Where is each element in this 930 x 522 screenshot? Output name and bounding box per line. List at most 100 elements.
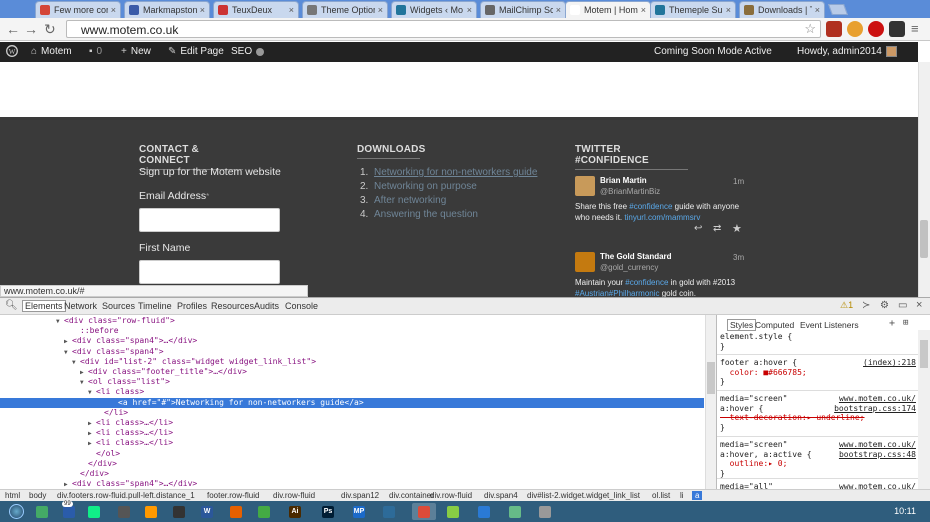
expand-toggle-icon[interactable]: ▼	[56, 317, 64, 327]
taskbar-app-button[interactable]: MP	[347, 503, 371, 520]
browser-tab[interactable]: Few more cor ×	[35, 1, 121, 18]
download-link[interactable]: 2. Networking on purpose	[360, 181, 477, 192]
retweet-icon[interactable]: ⇄	[713, 223, 721, 234]
tweet-avatar-2[interactable]	[575, 252, 595, 272]
favorite-icon[interactable]: ★	[732, 222, 742, 235]
tweet-name-1[interactable]: Brian Martin	[600, 176, 647, 185]
taskbar-app-button[interactable]	[503, 503, 527, 520]
new-tab-button[interactable]	[827, 4, 849, 15]
devtools-tab-elements[interactable]: Elements	[22, 300, 66, 312]
devtools-tab-timeline[interactable]: Timeline	[138, 301, 172, 311]
tweet-handle-1[interactable]: @BrianMartinBiz	[600, 187, 660, 196]
devtools-tab-profiles[interactable]: Profiles	[177, 301, 207, 311]
taskbar-app-button[interactable]	[82, 503, 106, 520]
taskbar-app-button[interactable]	[533, 503, 557, 520]
dom-node[interactable]: ▶ <li class>…</li>	[88, 428, 173, 438]
address-bar[interactable]: www.motem.co.uk ☆	[66, 20, 821, 38]
breadcrumb-item[interactable]: div#list-2.widget.widget_link_list	[527, 491, 640, 500]
style-rule-line[interactable]: }	[720, 342, 725, 352]
admin-site-link[interactable]: ⌂ Motem	[31, 46, 72, 57]
taskbar-app-button[interactable]	[224, 503, 248, 520]
styles-tab-event-listeners[interactable]: Event Listeners	[800, 320, 859, 330]
devtools-tab-console[interactable]: Console	[285, 301, 318, 311]
tweet-avatar-1[interactable]	[575, 176, 595, 196]
style-rule-line[interactable]: text-decoration:▸ underline;	[720, 413, 865, 423]
dom-node[interactable]: ▼ <li class>	[88, 387, 144, 397]
expand-toggle-icon[interactable]: ▼	[72, 358, 80, 368]
rule-source-link[interactable]: www.motem.co.uk/	[839, 394, 916, 404]
bookmark-star-icon[interactable]: ☆	[804, 21, 816, 37]
breadcrumb-item[interactable]: a	[692, 491, 703, 500]
admin-comments-link[interactable]: ▪ 0	[89, 46, 102, 57]
tab-close-icon[interactable]: ×	[638, 5, 646, 15]
dom-node[interactable]: ▼ <div class="span4">	[64, 347, 164, 357]
first-name-field[interactable]	[139, 260, 280, 284]
browser-tab[interactable]: Motem | Hom ×	[565, 1, 651, 18]
dom-node[interactable]: ▼ <div class="row-fluid">	[56, 316, 175, 326]
dom-node[interactable]: <a href="#">Networking for non-networker…	[0, 397, 704, 408]
wordpress-logo-icon[interactable]: W	[6, 45, 18, 57]
taskbar-app-button[interactable]	[472, 503, 496, 520]
expand-toggle-icon[interactable]: ▼	[64, 348, 72, 358]
rule-source-link[interactable]: bootstrap.css:48	[839, 450, 916, 460]
style-rule-line[interactable]: outline:▸ 0;	[720, 459, 788, 469]
tab-close-icon[interactable]: ×	[197, 5, 205, 15]
taskbar-app-button[interactable]	[412, 503, 436, 520]
browser-tab[interactable]: Widgets ‹ Mo ×	[391, 1, 477, 18]
dom-node[interactable]: ▶ <li class>…</li>	[88, 438, 173, 448]
breadcrumb-item[interactable]: div.row-fluid	[273, 491, 315, 500]
admin-account-menu[interactable]: Howdy, admin2014	[797, 46, 897, 57]
breadcrumb-item[interactable]: ol.list	[652, 491, 670, 500]
tab-close-icon[interactable]: ×	[375, 5, 383, 15]
taskbar-app-button[interactable]	[139, 503, 163, 520]
dom-node[interactable]: ::before	[72, 326, 119, 336]
add-style-rule-icon[interactable]: +	[889, 318, 895, 329]
clock[interactable]: 10:11	[894, 506, 916, 516]
admin-seo-link[interactable]: SEO	[231, 46, 265, 57]
extension-face-icon[interactable]	[847, 21, 863, 37]
search-icon[interactable]: 🔍︎	[5, 300, 18, 311]
browser-tab[interactable]: Downloads | T ×	[739, 1, 825, 18]
devtools-tab-network[interactable]: Network	[64, 301, 97, 311]
admin-new-link[interactable]: + New	[121, 46, 151, 57]
start-button[interactable]	[3, 503, 29, 520]
taskbar-app-button[interactable]	[441, 503, 465, 520]
tab-close-icon[interactable]: ×	[553, 5, 561, 15]
dom-node[interactable]: ▼ <ol class="list">	[80, 377, 170, 387]
email-field[interactable]	[139, 208, 280, 232]
dom-node[interactable]: </div>	[80, 459, 117, 469]
breadcrumb-item[interactable]: html	[5, 491, 20, 500]
settings-gear-icon[interactable]: ⚙	[880, 300, 889, 311]
expand-toggle-icon[interactable]: ▼	[80, 378, 88, 388]
admin-edit-page-link[interactable]: ✎ Edit Page	[168, 46, 224, 57]
reply-icon[interactable]: ↩	[694, 223, 702, 234]
taskbar-app-button[interactable]: W	[195, 503, 219, 520]
breadcrumb-item[interactable]: div.span12	[341, 491, 379, 500]
dom-node[interactable]: ▶ <li class>…</li>	[88, 418, 173, 428]
style-rule-line[interactable]: media="screen"	[720, 440, 787, 450]
rule-source-link[interactable]: bootstrap.css:174	[834, 404, 916, 414]
dom-node[interactable]: ▶ <div class="span4">…</div>	[64, 479, 197, 489]
browser-tab[interactable]: MailChimp Sc ×	[480, 1, 566, 18]
styles-tab-computed[interactable]: Computed	[755, 320, 794, 330]
style-rule-line[interactable]: media="screen"	[720, 394, 787, 404]
tab-close-icon[interactable]: ×	[286, 5, 294, 15]
breadcrumb-item[interactable]: div.footers.row-fluid.pull-left.distance…	[57, 491, 195, 500]
breadcrumb-item[interactable]: div.container	[389, 491, 434, 500]
dom-node[interactable]: ▶ <div class="span4">…</div>	[64, 336, 197, 346]
dom-node[interactable]: </li>	[96, 408, 128, 418]
extension-opera-icon[interactable]	[868, 21, 884, 37]
breadcrumb-item[interactable]: div.row-fluid	[430, 491, 472, 500]
download-link[interactable]: 3. After networking	[360, 195, 446, 206]
menu-icon[interactable]: ≡	[911, 21, 919, 37]
rule-source-link[interactable]: www.motem.co.uk/	[839, 482, 916, 489]
tab-close-icon[interactable]: ×	[812, 5, 820, 15]
back-icon[interactable]: ←	[6, 21, 20, 37]
rule-source-link[interactable]: (index):218	[863, 358, 916, 368]
style-rule-line[interactable]: }	[720, 377, 725, 387]
download-link[interactable]: 4. Answering the question	[360, 209, 478, 220]
style-rule-line[interactable]: media="all"	[720, 482, 773, 489]
elements-scrollbar[interactable]	[705, 315, 716, 489]
tab-close-icon[interactable]: ×	[723, 5, 731, 15]
taskbar-app-button[interactable]	[377, 503, 401, 520]
